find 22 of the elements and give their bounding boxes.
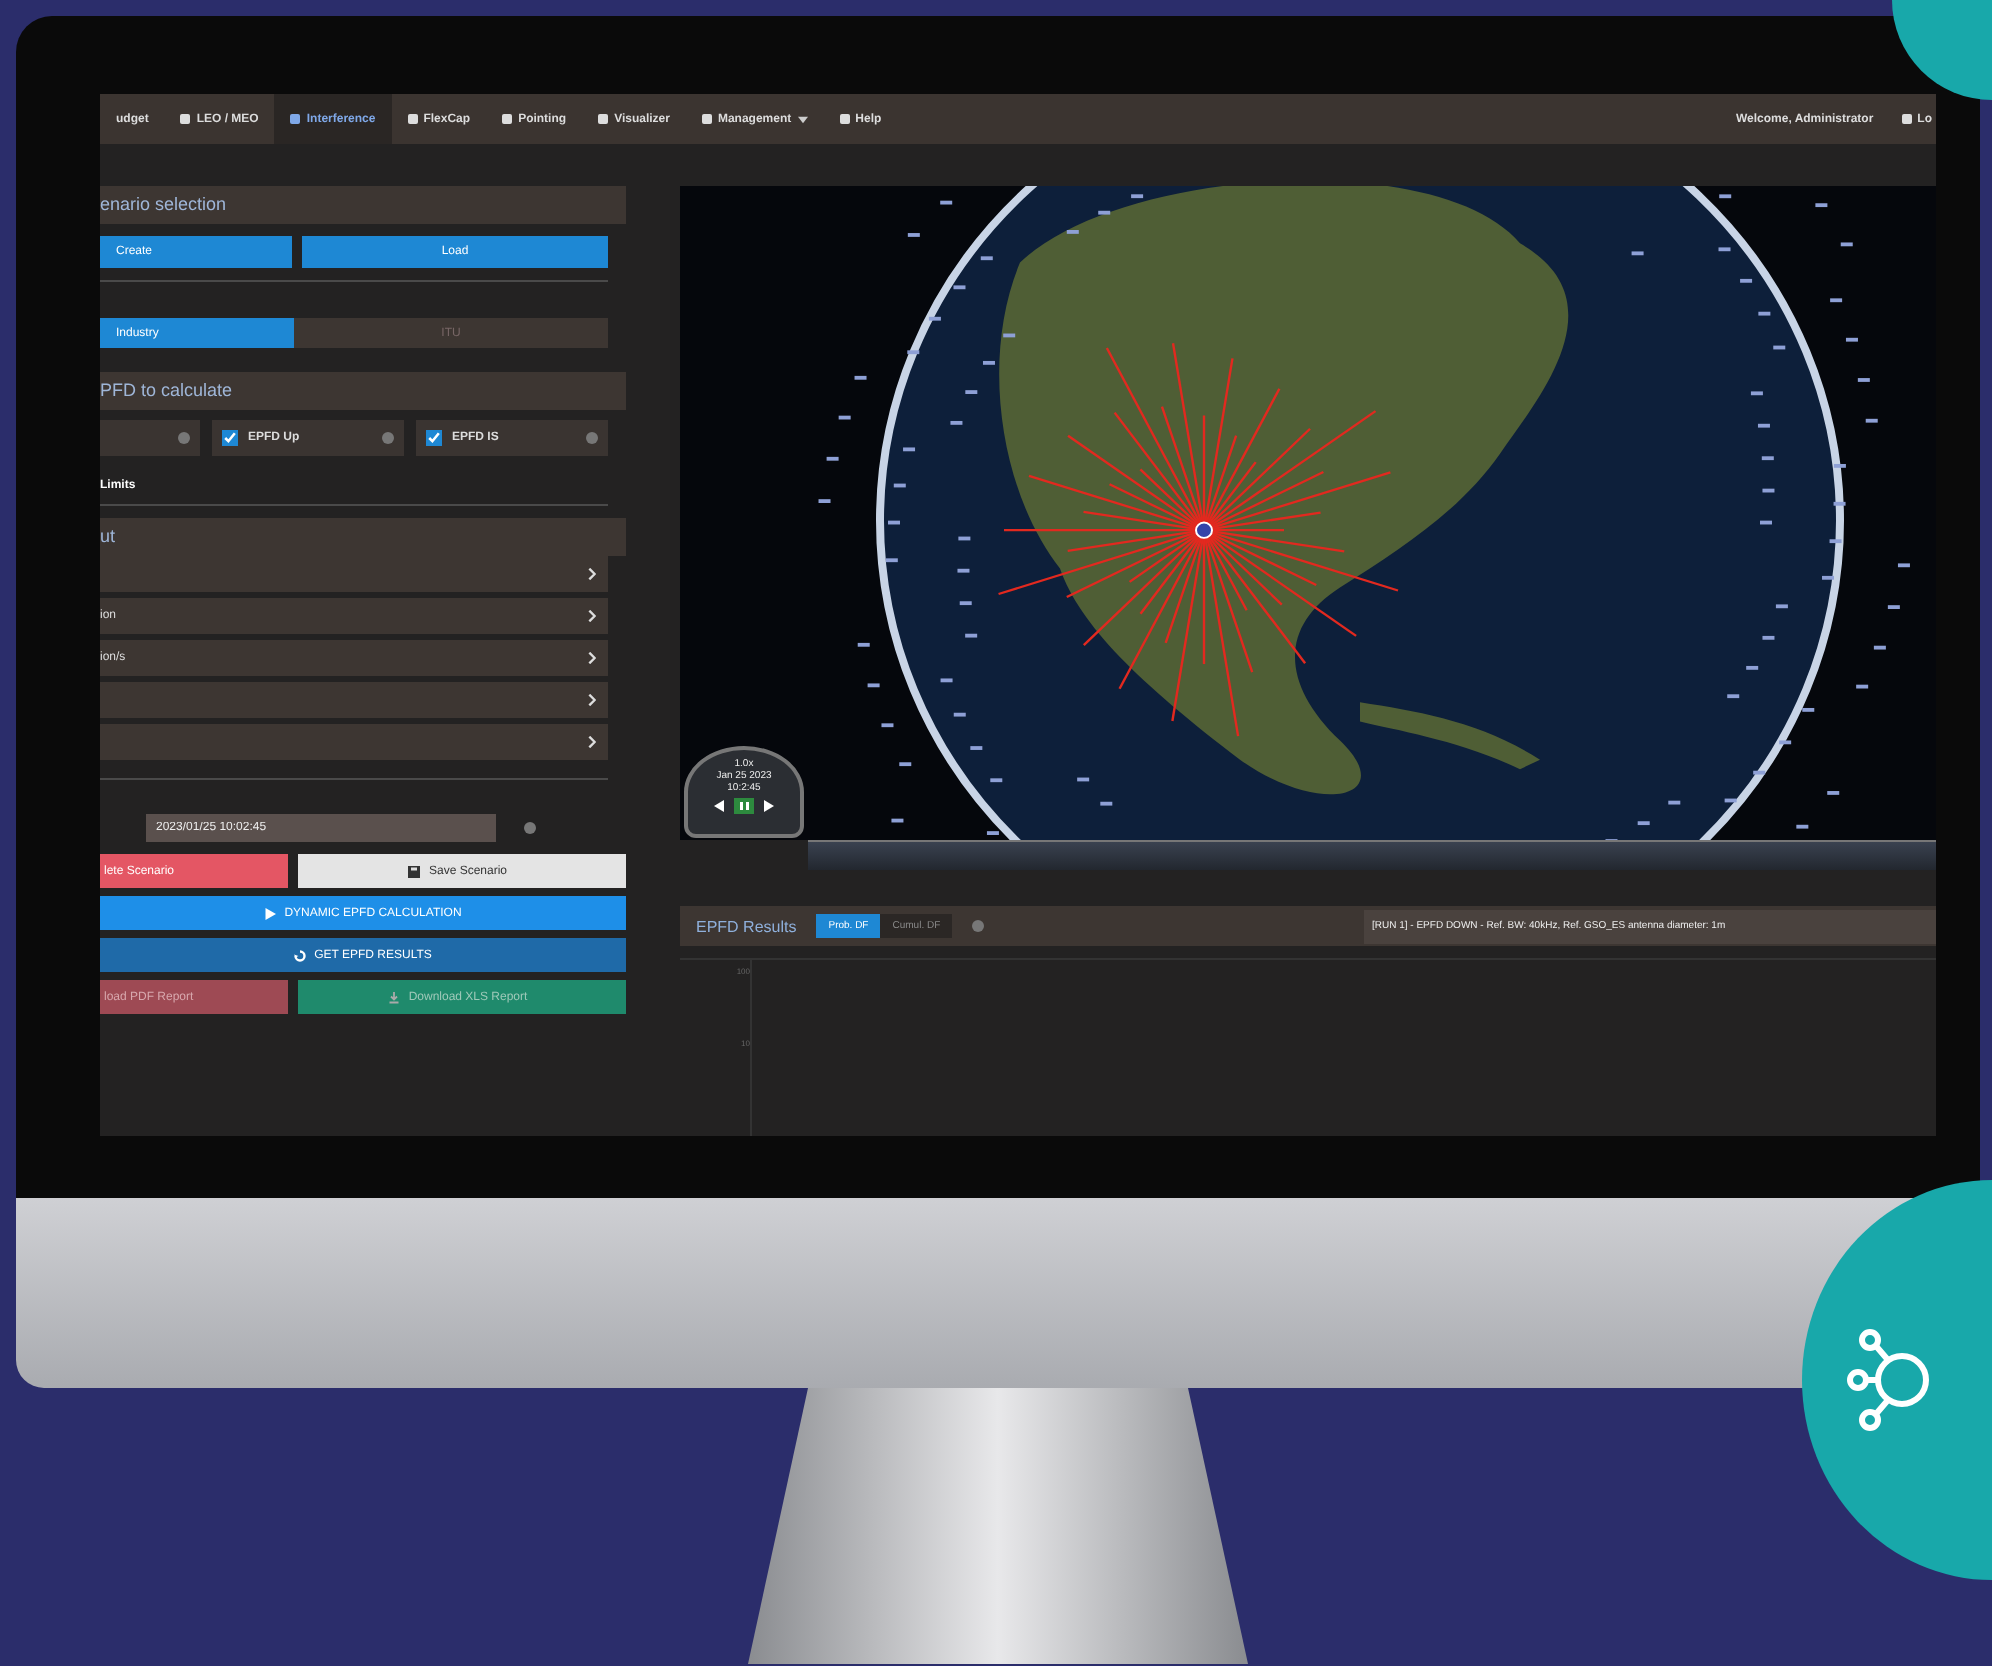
checkbox[interactable]	[222, 430, 238, 446]
chevron-icon	[588, 652, 596, 664]
download-icon	[388, 991, 401, 1003]
save-icon	[408, 865, 421, 877]
timeline-bar[interactable]	[808, 840, 1936, 870]
chevron-icon	[588, 694, 596, 706]
play-icon	[264, 907, 277, 919]
info-icon	[972, 920, 985, 932]
checkbox[interactable]	[426, 430, 442, 446]
chevron-icon	[588, 568, 596, 580]
section-header: PFD to calculate	[100, 372, 626, 410]
info-icon	[178, 432, 190, 444]
chevron-icon	[588, 736, 596, 748]
section-header: ut	[100, 518, 626, 556]
chevron-icon	[588, 610, 596, 622]
info-icon	[586, 432, 598, 444]
info-icon	[524, 822, 536, 834]
section-header: enario selection	[100, 186, 626, 224]
playback-controls-icon	[714, 798, 774, 814]
results-title: EPFD Results	[696, 917, 797, 935]
refresh-icon	[294, 949, 307, 961]
info-icon	[382, 432, 394, 444]
